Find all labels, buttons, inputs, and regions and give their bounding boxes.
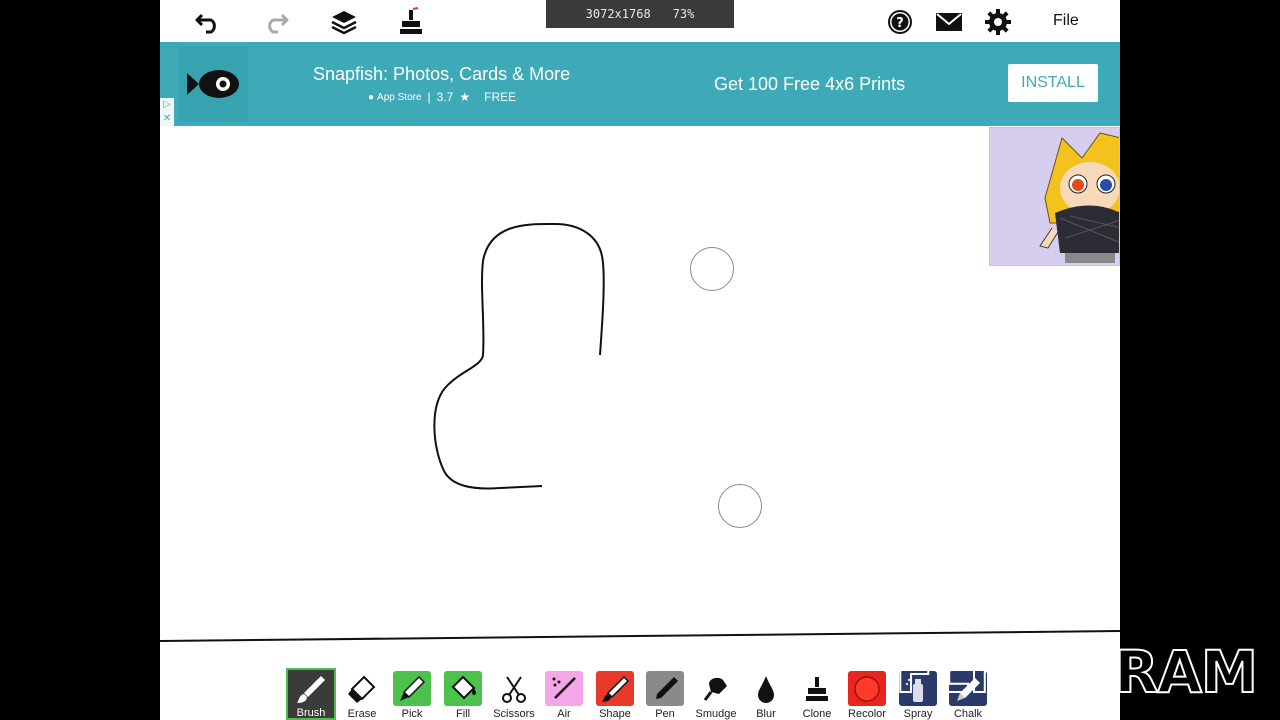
ad-store-label: App Store: [377, 91, 422, 103]
tool-clone[interactable]: Clone: [792, 668, 842, 720]
canvas-size: 3072x1768: [585, 7, 651, 21]
ad-meta: ● App Store | 3.7 ★ FREE: [368, 90, 516, 104]
tool-label: Recolor: [848, 708, 886, 720]
tool-label: Air: [557, 708, 571, 720]
tool-brush[interactable]: Brush: [286, 668, 336, 720]
tool-label: Fill: [455, 708, 471, 720]
tool-label: Scissors: [493, 708, 535, 720]
reference-image-thumbnail[interactable]: [989, 127, 1120, 266]
tool-air[interactable]: Air: [539, 668, 589, 720]
tool-label: Clone: [802, 708, 832, 720]
mail-icon[interactable]: [933, 6, 965, 38]
transform-handle[interactable]: [690, 247, 734, 291]
brush-stroke-main: [433, 222, 605, 490]
tool-shape[interactable]: Shape: [590, 668, 640, 720]
tool-label: Shape: [599, 708, 631, 720]
tool-label: Brush: [296, 707, 326, 719]
redo-icon[interactable]: [260, 6, 292, 38]
canvas-size-readout: 3072x1768 73%: [546, 0, 734, 28]
droplet-icon: [747, 671, 785, 706]
eraser-icon: [343, 671, 381, 706]
ad-banner[interactable]: ▷ ✕ Snapfish: Photos, Cards & More ● App …: [160, 42, 1120, 126]
brush-icon: [292, 673, 330, 705]
tool-label: Pen: [655, 708, 675, 720]
layers-icon[interactable]: [328, 6, 360, 38]
canvas-strokes: [433, 222, 713, 490]
paint-bucket-icon: [444, 671, 482, 706]
file-menu[interactable]: File: [1053, 12, 1079, 30]
ad-choices-icon[interactable]: ▷ ✕: [160, 98, 174, 126]
tool-fill[interactable]: Fill: [438, 668, 488, 720]
gear-icon[interactable]: [982, 6, 1014, 38]
eyedropper-icon: [393, 671, 431, 706]
ad-store: ● App Store: [368, 92, 422, 103]
star-icon: ★: [459, 90, 471, 104]
help-icon[interactable]: ?: [884, 6, 916, 38]
fish-icon: [187, 70, 239, 98]
tool-label: Spray: [903, 708, 933, 720]
watermark-text: FLIPAGRAM: [895, 638, 1257, 702]
tool-label: Pick: [401, 708, 423, 720]
tool-label: Blur: [756, 708, 776, 720]
tool-label: Chalk: [953, 708, 983, 720]
ad-cta-text: Get 100 Free 4x6 Prints: [714, 74, 906, 94]
drawing-canvas[interactable]: [160, 126, 1120, 640]
stamp-icon[interactable]: [395, 6, 427, 38]
scissors-icon: [495, 671, 533, 706]
character-illustration: [990, 128, 1119, 265]
flipagram-watermark: FLIPAGRAM: [895, 637, 1259, 702]
ad-rating: 3.7: [436, 90, 454, 104]
apple-icon: ●: [368, 91, 375, 103]
drawing-app: 3072x1768 73% ? File ▷ ✕ Snapfish: Photos…: [160, 0, 1120, 720]
svg-text:?: ?: [896, 16, 904, 31]
pen-icon: [646, 671, 684, 706]
zoom-level: 73%: [672, 7, 695, 21]
tool-smudge[interactable]: Smudge: [691, 668, 741, 720]
ad-app-logo: [178, 46, 248, 122]
ad-price: FREE: [484, 90, 517, 104]
tool-label: Erase: [347, 708, 377, 720]
airbrush-icon: [545, 671, 583, 706]
separator: |: [427, 90, 431, 104]
ad-install-button[interactable]: INSTALL: [1008, 64, 1098, 102]
tool-recolor[interactable]: Recolor: [842, 668, 892, 720]
tool-erase[interactable]: Erase: [337, 668, 387, 720]
shape-brush-icon: [596, 671, 634, 706]
transform-handle[interactable]: [718, 484, 762, 528]
tool-pick[interactable]: Pick: [387, 668, 437, 720]
undo-icon[interactable]: [192, 6, 224, 38]
tool-scissors[interactable]: Scissors: [489, 668, 539, 720]
tool-blur[interactable]: Blur: [741, 668, 791, 720]
tool-pen[interactable]: Pen: [640, 668, 690, 720]
tool-label: Smudge: [695, 708, 737, 720]
clone-stamp-icon: [798, 671, 836, 706]
ad-title: Snapfish: Photos, Cards & More: [313, 64, 571, 84]
recolor-icon: [848, 671, 886, 706]
brush-stroke: [435, 224, 713, 489]
smudge-icon: [697, 671, 735, 706]
top-toolbar: 3072x1768 73% ? File: [160, 0, 1120, 42]
